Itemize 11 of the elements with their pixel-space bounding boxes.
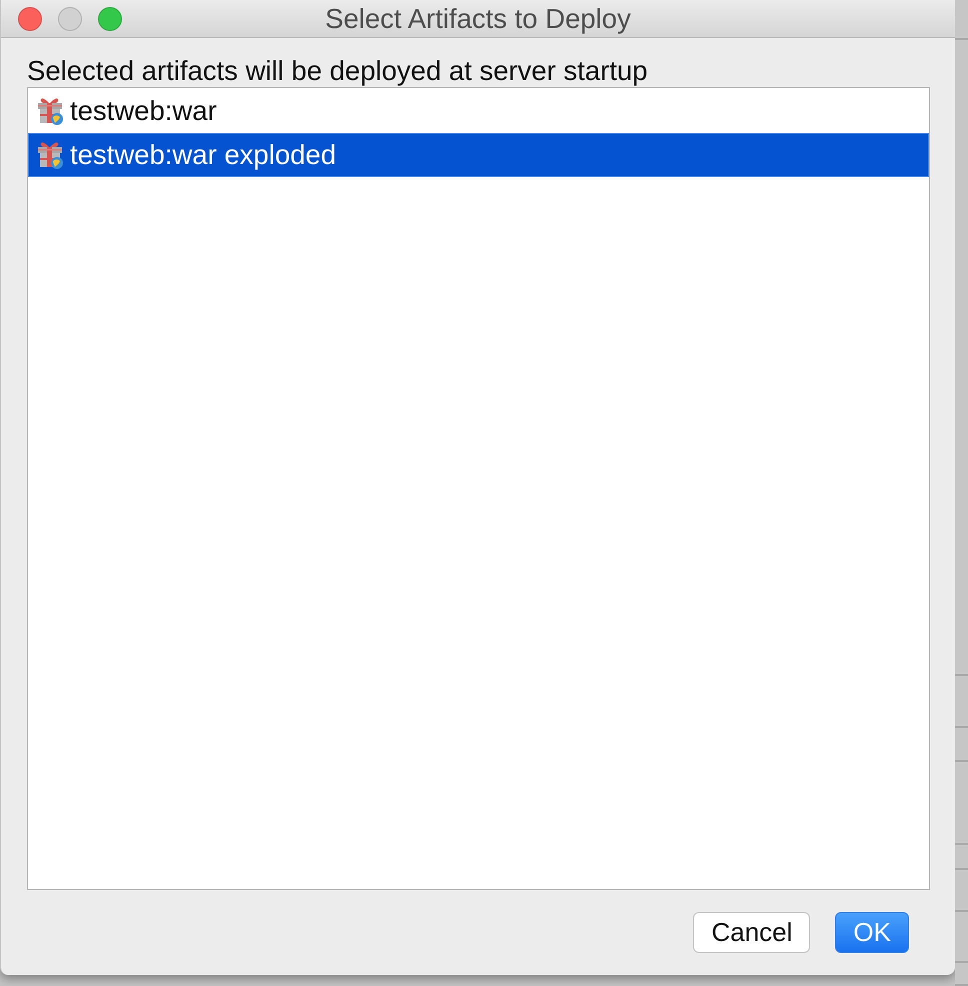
zoom-button[interactable] [98,6,122,30]
cancel-button[interactable]: Cancel [693,912,810,953]
close-button[interactable] [18,6,42,30]
artifact-name: testweb:war exploded [70,138,336,172]
gift-box-icon [36,141,64,169]
artifact-item[interactable]: testweb:war [28,89,929,133]
list-caption: Selected artifacts will be deployed at server startup [27,55,649,87]
gift-box-icon [36,97,64,125]
window-title: Select Artifacts to Deploy [325,2,631,36]
artifact-name: testweb:war [70,94,217,128]
artifact-item[interactable]: testweb:war exploded [28,133,929,177]
